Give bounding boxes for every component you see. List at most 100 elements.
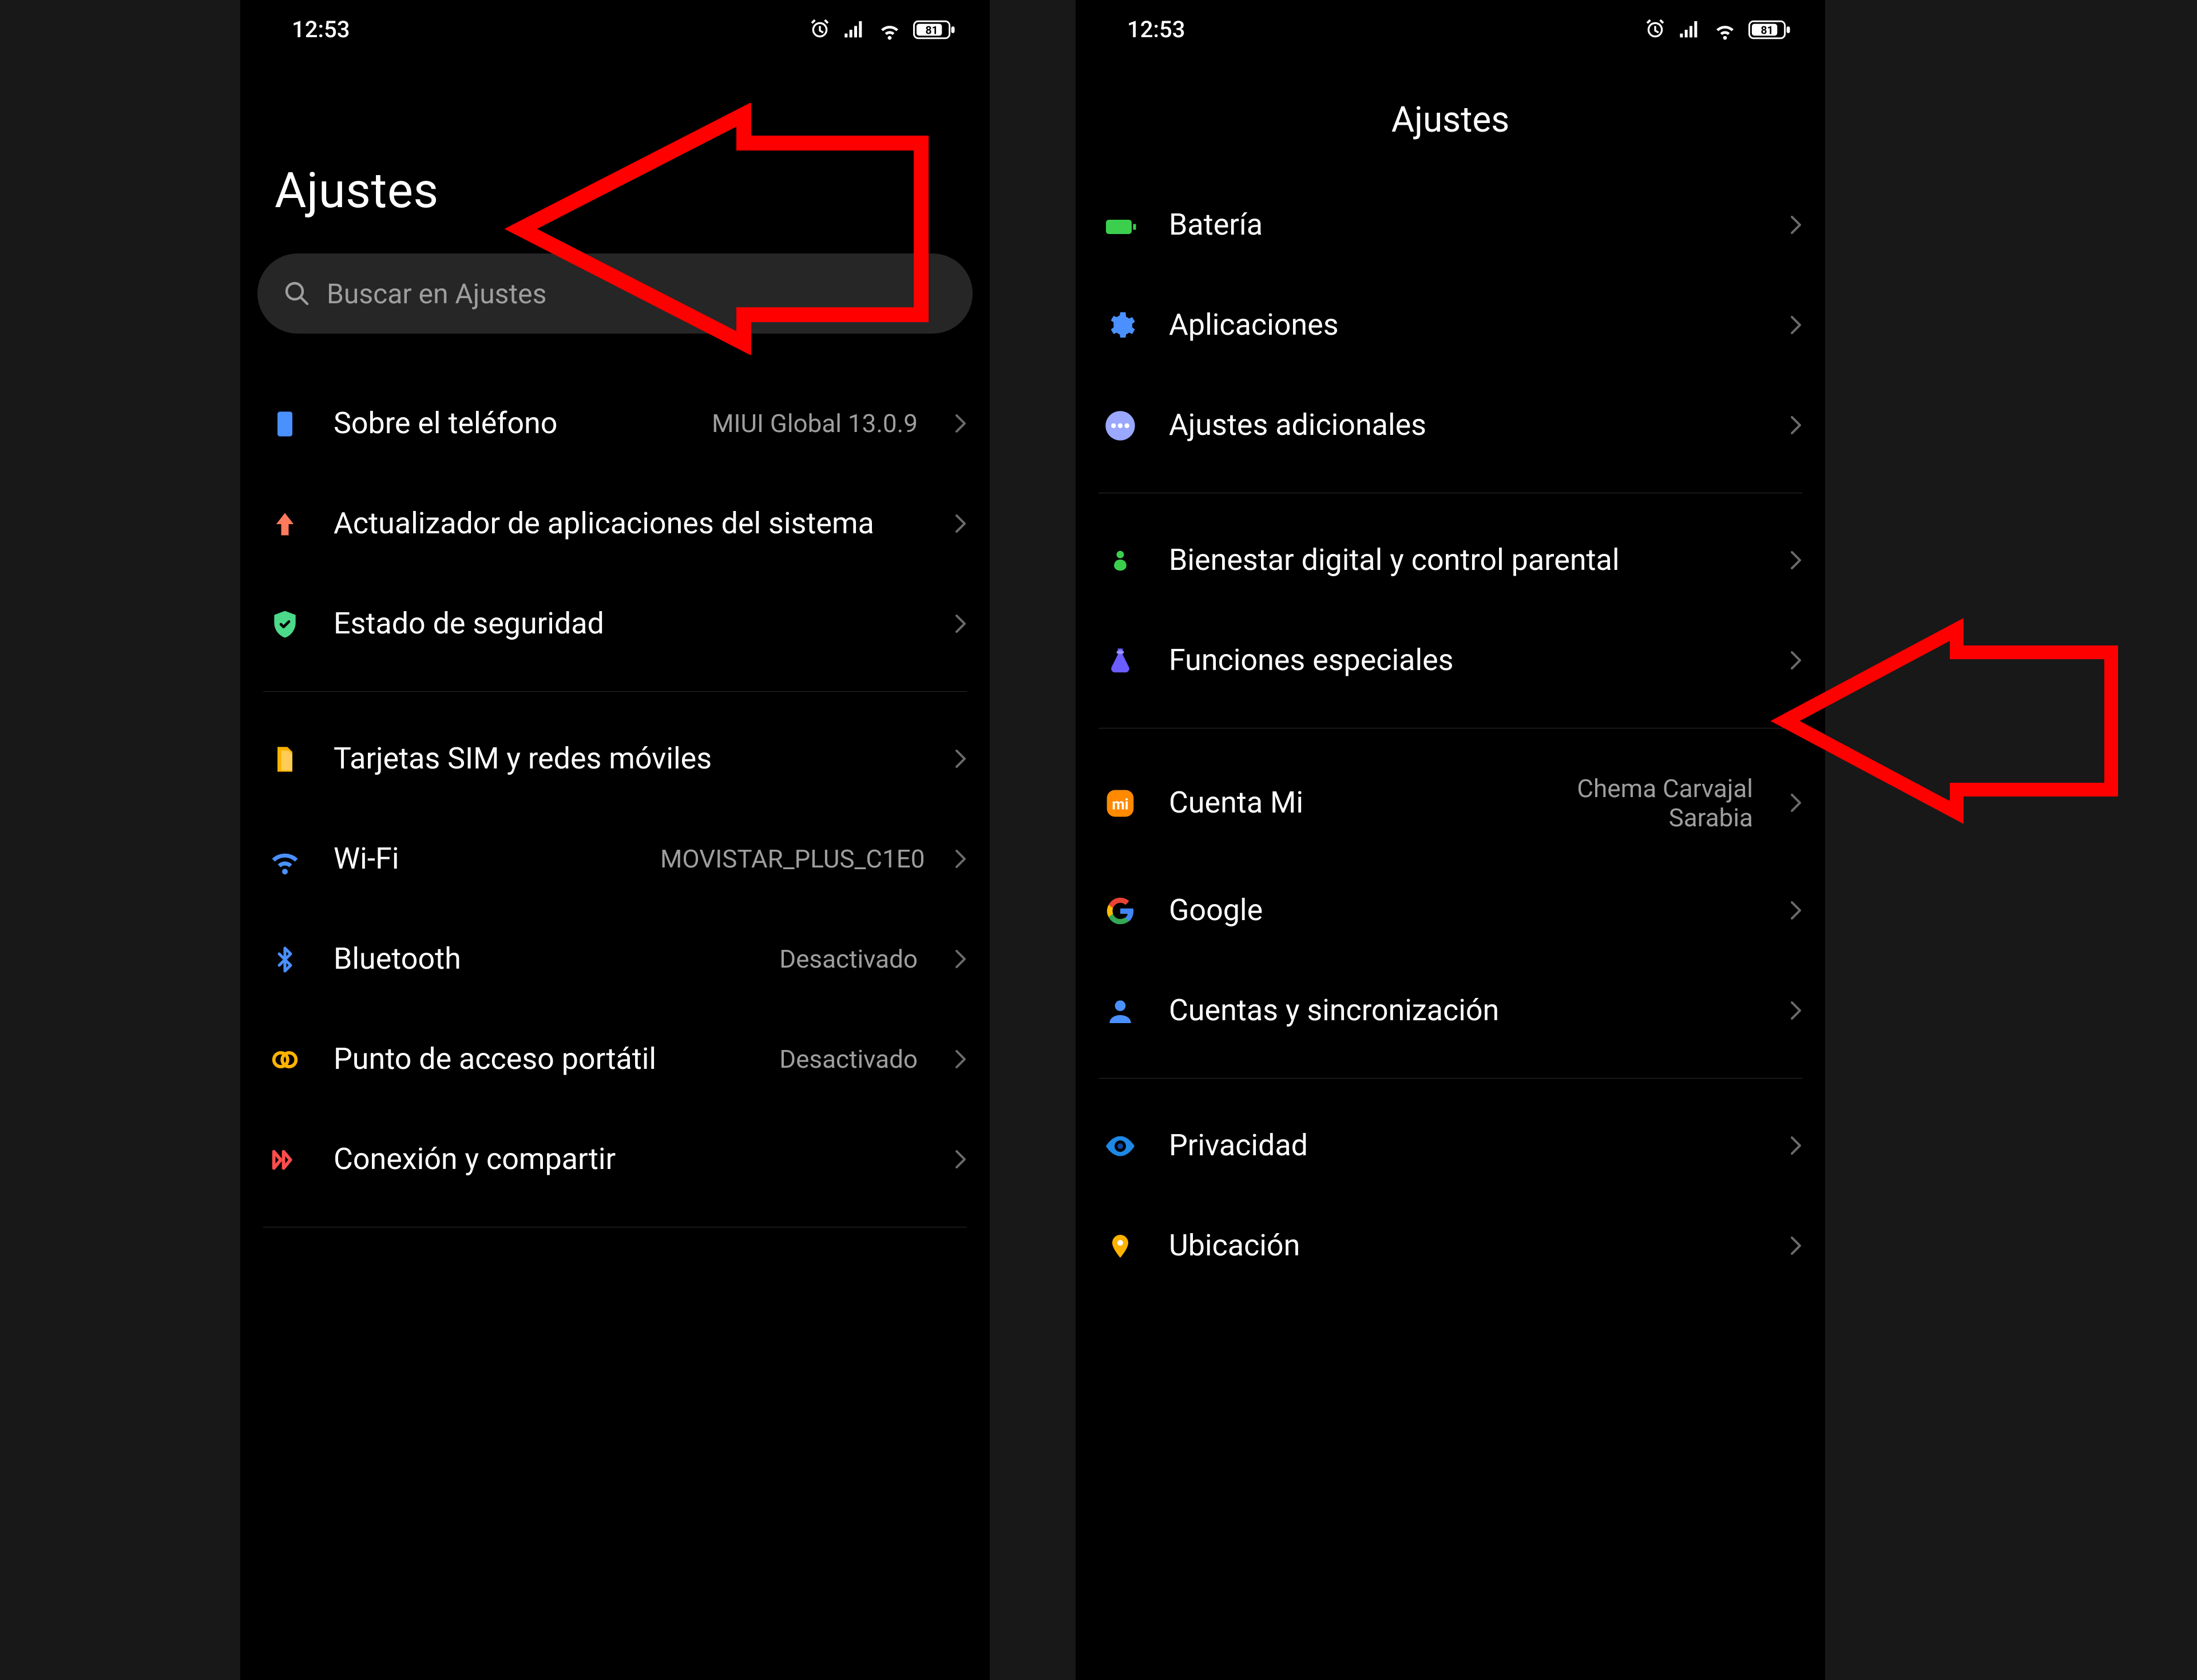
row-apps[interactable]: Aplicaciones [1076,275,1825,375]
row-wifi[interactable]: Wi-Fi MOVISTAR_PLUS_C1E0 [240,809,990,909]
bluetooth-icon [263,938,306,981]
phone-1-settings-root: 12:53 81 Ajustes Buscar en Ajustes Sobre… [240,0,990,1680]
row-system-app-updater[interactable]: Actualizador de aplicaciones del sistema [240,474,990,574]
row-bluetooth[interactable]: Bluetooth Desactivado [240,909,990,1009]
row-connection-sharing[interactable]: Conexión y compartir [240,1110,990,1210]
chevron-right-icon [1791,216,1808,235]
row-label: Estado de seguridad [334,605,918,643]
status-icons: 81 [1643,18,1791,41]
chevron-right-icon [1791,794,1808,813]
row-label: Conexión y compartir [334,1140,918,1179]
page-title: Ajustes [240,53,990,253]
row-label: Punto de acceso portátil [334,1040,752,1079]
mi-logo-icon: mi [1098,782,1141,825]
chevron-right-icon [955,414,973,434]
row-security-status[interactable]: Estado de seguridad [240,574,990,674]
row-battery[interactable]: Batería [1076,175,1825,275]
search-icon [283,280,311,307]
row-label: Tarjetas SIM y redes móviles [334,740,918,778]
signal-icon [842,18,866,41]
row-google[interactable]: Google [1076,861,1825,961]
row-privacy[interactable]: Privacidad [1076,1096,1825,1196]
chevron-right-icon [1791,1001,1808,1021]
update-arrow-icon [263,502,306,545]
row-label: Actualizador de aplicaciones del sistema [334,505,918,543]
row-value: MOVISTAR_PLUS_C1E0 [660,845,918,874]
battery-icon: 81 [1748,18,1791,41]
wifi-icon [263,838,306,881]
status-icons: 81 [808,18,955,41]
phone-2-settings-scrolled: 12:53 81 Ajustes Batería Aplicaciones Aj… [1076,0,1825,1680]
flask-icon [1098,639,1141,682]
status-bar: 12:53 81 [240,0,990,53]
page-title: Ajustes [1076,53,1825,175]
chevron-right-icon [955,514,973,534]
row-label: Bluetooth [334,940,752,978]
row-label: Sobre el teléfono [334,405,684,443]
chevron-right-icon [1791,1237,1808,1256]
svg-text:81: 81 [1761,23,1774,37]
wifi-icon [1712,18,1738,41]
row-label: Privacidad [1169,1127,1753,1165]
alarm-icon [808,18,832,41]
row-label: Batería [1169,206,1753,244]
row-value: Desactivado [779,945,918,974]
svg-text:81: 81 [926,23,938,37]
status-time: 12:53 [1127,16,1185,43]
row-label: Funciones especiales [1169,641,1753,680]
sim-card-icon [263,738,306,780]
status-time: 12:53 [292,16,350,43]
row-about-phone[interactable]: Sobre el teléfono MIUI Global 13.0.9 [240,374,990,474]
row-label: Google [1169,891,1753,930]
row-additional-settings[interactable]: Ajustes adicionales [1076,375,1825,476]
row-value: Chema Carvajal Sarabia [1496,774,1753,832]
row-label: Cuentas y sincronización [1169,992,1753,1030]
section-divider [263,691,967,692]
row-special-features[interactable]: Funciones especiales [1076,611,1825,711]
row-label: Bienestar digital y control parental [1169,541,1753,580]
row-mi-account[interactable]: mi Cuenta Mi Chema Carvajal Sarabia [1076,746,1825,861]
eye-icon [1098,1124,1141,1167]
alarm-icon [1643,18,1667,41]
row-label: Aplicaciones [1169,306,1753,344]
shield-icon [263,603,306,645]
chevron-right-icon [955,615,973,634]
status-bar: 12:53 81 [1076,0,1825,53]
signal-icon [1678,18,1702,41]
battery-icon: 81 [913,18,955,41]
row-digital-wellbeing[interactable]: Bienestar digital y control parental [1076,510,1825,611]
row-accounts-sync[interactable]: Cuentas y sincronización [1076,961,1825,1061]
hotspot-icon [263,1038,306,1081]
row-sim-cards[interactable]: Tarjetas SIM y redes móviles [240,709,990,809]
chevron-right-icon [955,950,973,969]
chevron-right-icon [955,1150,973,1170]
phone-icon [263,402,306,445]
connection-share-icon [263,1138,306,1181]
row-label: Ajustes adicionales [1169,406,1753,445]
wellbeing-icon [1098,539,1141,582]
search-placeholder: Buscar en Ajustes [327,278,546,310]
more-dots-icon [1098,404,1141,447]
wifi-icon [877,18,903,41]
row-hotspot[interactable]: Punto de acceso portátil Desactivado [240,1009,990,1110]
chevron-right-icon [1791,316,1808,335]
google-logo-icon [1098,889,1141,932]
location-pin-icon [1098,1225,1141,1267]
chevron-right-icon [1791,901,1808,921]
chevron-right-icon [1791,551,1808,570]
svg-text:mi: mi [1112,796,1128,813]
chevron-right-icon [955,1050,973,1069]
search-input[interactable]: Buscar en Ajustes [257,253,973,334]
battery-icon [1098,204,1141,247]
chevron-right-icon [955,850,973,869]
chevron-right-icon [1791,416,1808,435]
row-value: Desactivado [779,1045,918,1074]
row-label: Ubicación [1169,1227,1753,1265]
row-label: Cuenta Mi [1169,784,1468,822]
chevron-right-icon [1791,651,1808,671]
chevron-right-icon [955,750,973,769]
row-label: Wi-Fi [334,840,633,878]
row-location[interactable]: Ubicación [1076,1196,1825,1296]
chevron-right-icon [1791,1136,1808,1156]
row-value: MIUI Global 13.0.9 [712,409,918,438]
